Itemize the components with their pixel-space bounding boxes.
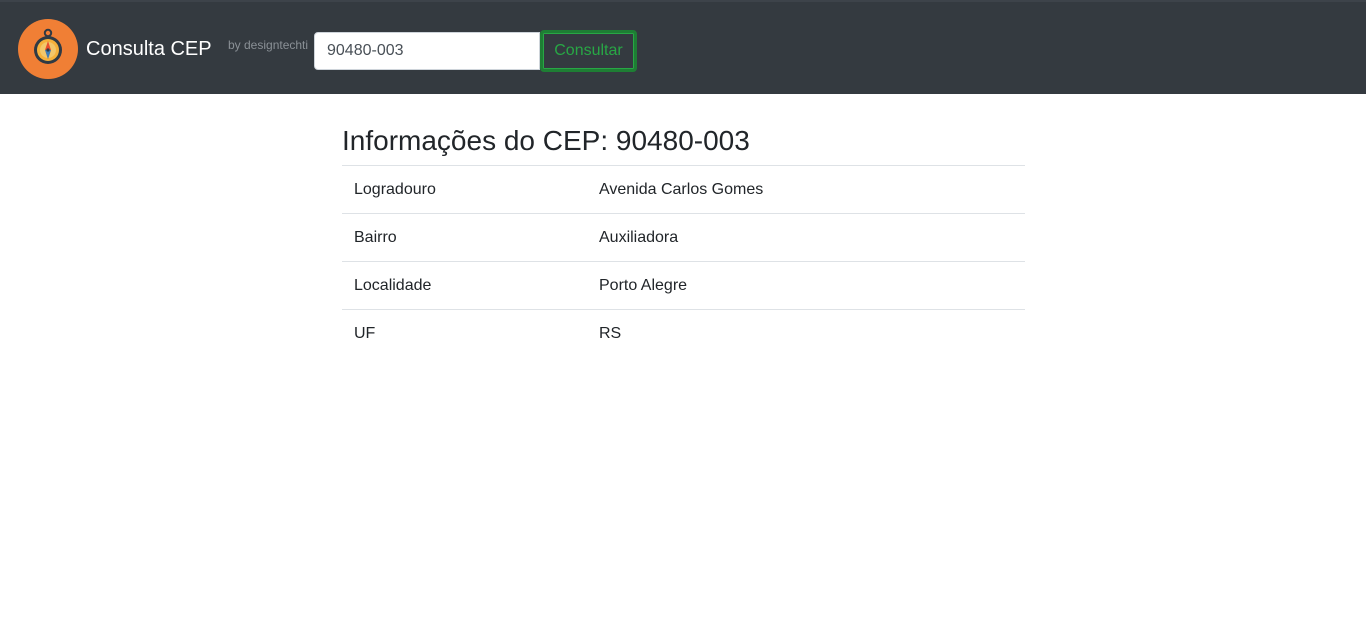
table-row: Logradouro Avenida Carlos Gomes (342, 165, 1025, 214)
consultar-button[interactable]: Consultar (540, 30, 637, 72)
byline: by designtechti (228, 38, 309, 52)
page-title: Informações do CEP: 90480-003 (342, 125, 750, 156)
row-label: UF (342, 309, 587, 358)
navbar: Consulta CEP by designtechti Consultar (0, 0, 1366, 94)
cep-search-input[interactable] (314, 32, 540, 70)
table-row: Localidade Porto Alegre (342, 261, 1025, 310)
row-value: Auxiliadora (587, 213, 1025, 262)
row-value: Porto Alegre (587, 261, 1025, 310)
row-value: RS (587, 309, 1025, 358)
row-label: Localidade (342, 261, 587, 310)
cep-info-table: Logradouro Avenida Carlos Gomes Bairro A… (342, 165, 1025, 358)
row-value: Avenida Carlos Gomes (587, 165, 1025, 214)
compass-icon[interactable] (18, 19, 78, 79)
row-label: Logradouro (342, 165, 587, 214)
brand-title[interactable]: Consulta CEP (86, 37, 212, 61)
row-label: Bairro (342, 213, 587, 262)
table-row: UF RS (342, 309, 1025, 358)
table-row: Bairro Auxiliadora (342, 213, 1025, 262)
